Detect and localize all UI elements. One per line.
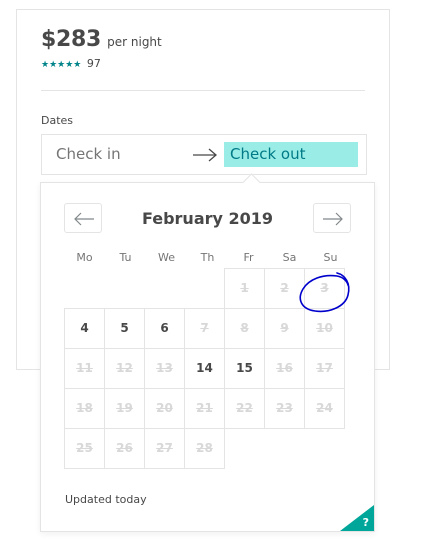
arrow-right-icon	[193, 148, 217, 162]
check-out-field[interactable]: Check out	[224, 142, 358, 167]
calendar-day-blocked: 21	[184, 388, 225, 429]
calendar-day-blocked: 24	[304, 388, 345, 429]
calendar-day-blocked: 27	[144, 428, 185, 469]
price-row: $283 per night	[41, 27, 162, 52]
per-night-label: per night	[107, 35, 162, 49]
calendar-day-blocked: 18	[64, 388, 105, 429]
check-in-field[interactable]: Check in	[56, 145, 121, 163]
weekday-label: We	[158, 251, 175, 264]
calendar-day-blocked: 19	[104, 388, 145, 429]
calendar-day-available[interactable]: 5	[104, 308, 145, 349]
calendar-day-blocked: 13	[144, 348, 185, 389]
calendar-day-available[interactable]: 4	[64, 308, 105, 349]
calendar-day-blocked: 28	[184, 428, 225, 469]
calendar-day-blocked: 23	[264, 388, 305, 429]
weekday-label: Th	[200, 251, 215, 264]
calendar-popup: February 2019 Mo Tu We Th Fr Sa Su 12345…	[40, 173, 375, 532]
calendar-day-blocked: 1	[224, 268, 265, 309]
rating-stars-icon: ★★★★★	[41, 60, 82, 70]
calendar-day-blocked: 9	[264, 308, 305, 349]
calendar-day-blocked: 12	[104, 348, 145, 389]
weekday-label: Su	[323, 251, 338, 264]
calendar-grid: 1 2 3 4 5 6 7 8 9 10 11 12 13 14 15 16 17 18 19 20 21 22 23 24 2…	[64, 268, 351, 473]
nightly-price: $283	[41, 27, 102, 52]
divider	[41, 90, 365, 91]
calendar-day-blocked: 10	[304, 308, 345, 349]
dates-label: Dates	[41, 114, 74, 127]
weekday-label: Mo	[76, 251, 93, 264]
weekday-header: Mo Tu We Th Fr Sa Su	[64, 251, 351, 267]
calendar-day-blocked: 20	[144, 388, 185, 429]
date-range-input: Check in Check out	[41, 134, 367, 175]
calendar-day-blocked: 2	[264, 268, 305, 309]
arrow-right-icon	[323, 212, 343, 226]
calendar-day-blocked: 8	[224, 308, 265, 349]
next-month-button[interactable]	[313, 203, 351, 233]
calendar-day-available[interactable]: 15	[224, 348, 265, 389]
calendar-day-blocked: 7	[184, 308, 225, 349]
calendar-day-blocked: 16	[264, 348, 305, 389]
calendar-day-blocked: 11	[64, 348, 105, 389]
calendar-day-blocked: 17	[304, 348, 345, 389]
calendar-day-blocked: 25	[64, 428, 105, 469]
calendar-day-blocked: 22	[224, 388, 265, 429]
calendar-day-blocked: 26	[104, 428, 145, 469]
help-button[interactable]: ?	[340, 505, 374, 531]
weekday-label: Sa	[282, 251, 297, 264]
calendar-day-available[interactable]: 14	[184, 348, 225, 389]
weekday-label: Fr	[243, 251, 254, 264]
help-label: ?	[362, 516, 369, 529]
rating-row[interactable]: ★★★★★ 97	[41, 57, 101, 70]
calendar-day-blocked: 3	[304, 268, 345, 309]
review-count: 97	[86, 57, 101, 70]
weekday-label: Tu	[119, 251, 132, 264]
updated-status: Updated today	[65, 493, 147, 506]
calendar-day-available[interactable]: 6	[144, 308, 185, 349]
